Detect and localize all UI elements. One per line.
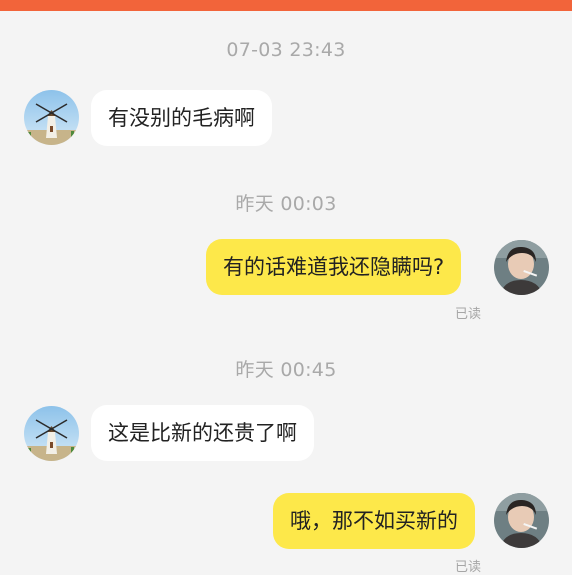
outgoing-message-bubble[interactable]: 哦，那不如买新的: [273, 493, 475, 549]
message-timestamp: 昨天 00:03: [235, 193, 337, 215]
read-status: 已读: [455, 560, 482, 575]
incoming-message-bubble[interactable]: 这是比新的还贵了啊: [91, 405, 314, 461]
outgoing-message-bubble[interactable]: 有的话难道我还隐瞒吗?: [206, 239, 462, 295]
contact-avatar-icon[interactable]: [24, 406, 79, 461]
contact-avatar-icon[interactable]: [24, 90, 79, 145]
message-timestamp: 07-03 23:43: [226, 39, 346, 61]
user-avatar-icon[interactable]: [494, 493, 549, 548]
user-avatar-icon[interactable]: [494, 240, 549, 295]
message-timestamp: 昨天 00:45: [235, 359, 337, 381]
incoming-message-bubble[interactable]: 有没别的毛病啊: [91, 90, 272, 146]
read-status: 已读: [455, 307, 482, 322]
top-bar: [0, 0, 572, 11]
